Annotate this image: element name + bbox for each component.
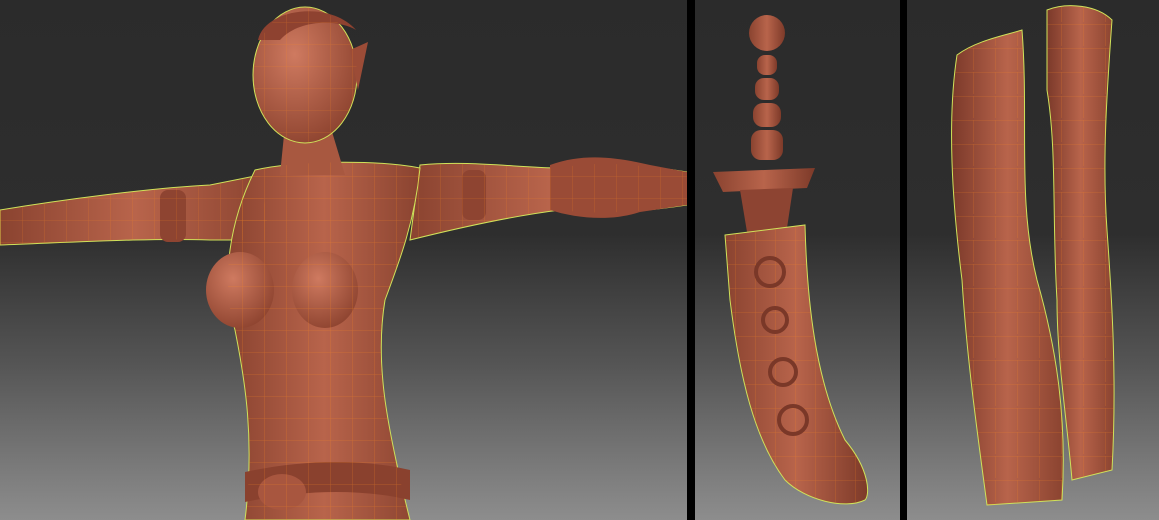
crossguard [713,168,815,192]
dagger-render [713,15,869,505]
viewport-figure [0,0,687,520]
grip-segment-3 [753,103,781,127]
cloth-render [951,5,1115,506]
grip-segment-1 [757,55,777,75]
viewport-cloth [907,0,1159,520]
grip-segment-2 [755,78,779,100]
pommel [749,15,785,51]
grip-segment-4 [751,130,783,160]
viewport-dagger [695,0,900,520]
ricasso [740,188,793,232]
figure-render [0,6,687,520]
render-strip [0,0,1159,520]
